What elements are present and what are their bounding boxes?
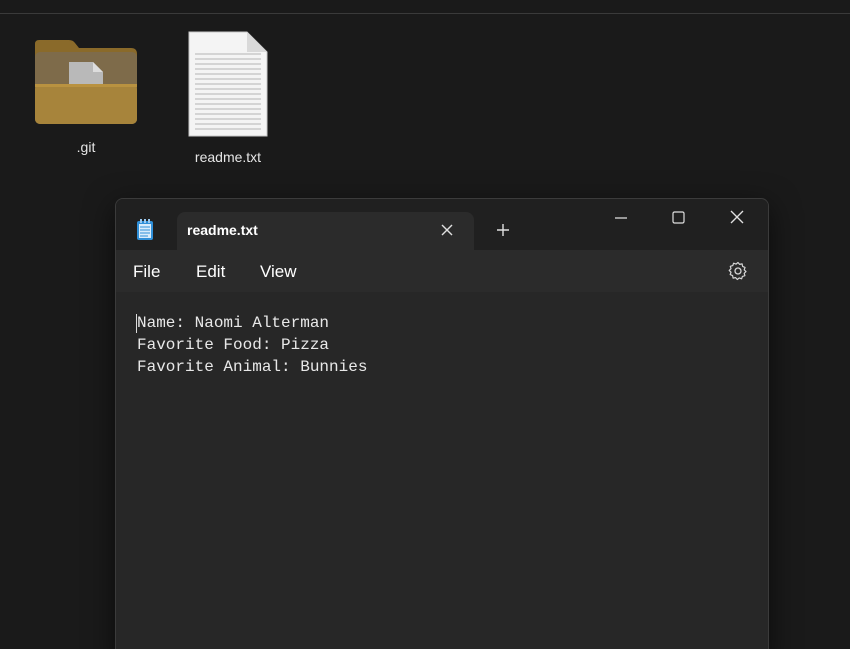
maximize-icon[interactable] [655,205,701,233]
editor-line: Name: Naomi Alterman [137,314,330,332]
close-window-icon[interactable] [714,205,760,233]
taskbar-divider [0,13,850,14]
gear-icon[interactable] [728,261,748,281]
tab-readme[interactable]: readme.txt [177,212,474,250]
menu-edit[interactable]: Edit [196,262,225,282]
menu-file[interactable]: File [133,262,160,282]
desktop-item-label: .git [76,139,96,155]
notepad-icon [137,219,153,240]
desktop-item-readme[interactable]: readme.txt [173,30,283,165]
folder-icon [35,40,137,124]
text-file-icon [188,31,268,137]
close-tab-icon[interactable] [439,222,455,238]
editor-line: Favorite Food: Pizza [137,336,330,354]
minimize-icon[interactable] [597,205,643,233]
notepad-window: readme.txt File Edit View Name: Naomi Al… [115,198,769,649]
menu-view[interactable]: View [260,262,297,282]
desktop-item-label: readme.txt [194,149,262,165]
editor-line: Favorite Animal: Bunnies [137,358,368,376]
new-tab-icon[interactable] [495,222,511,238]
text-editor[interactable]: Name: Naomi Alterman Favorite Food: Pizz… [116,292,768,649]
editor-content: Name: Naomi Alterman Favorite Food: Pizz… [137,312,367,378]
tab-title: readme.txt [187,222,258,238]
desktop: .git readme.txt readme.txt File Edit Vie… [0,0,850,649]
desktop-item-git[interactable]: .git [31,34,141,155]
menu-bar: File Edit View [116,250,768,292]
title-bar[interactable]: readme.txt [116,199,768,250]
